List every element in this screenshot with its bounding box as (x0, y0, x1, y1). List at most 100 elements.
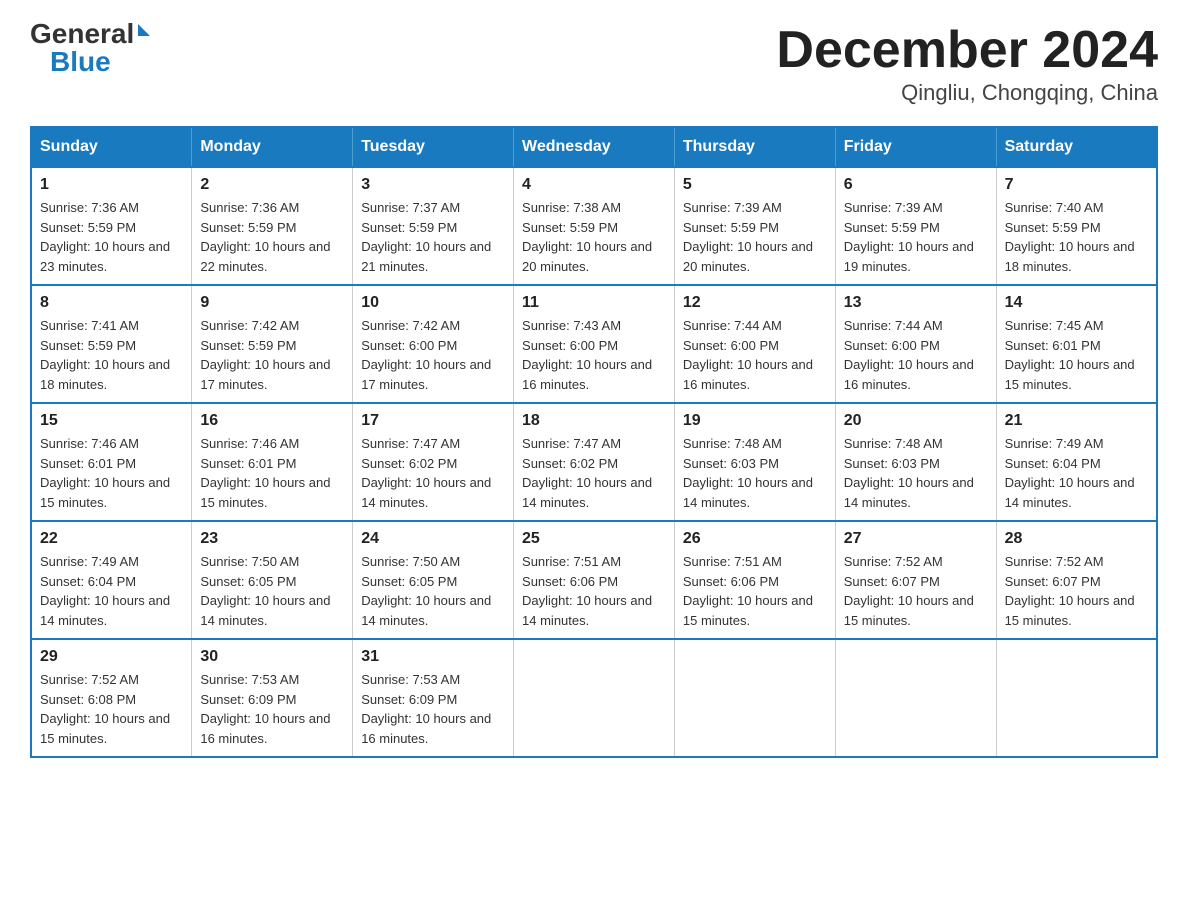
weekday-header-saturday: Saturday (996, 127, 1157, 167)
day-number: 12 (683, 294, 827, 312)
calendar-cell: 27 Sunrise: 7:52 AMSunset: 6:07 PMDaylig… (835, 521, 996, 639)
day-number: 22 (40, 530, 183, 548)
calendar-cell: 18 Sunrise: 7:47 AMSunset: 6:02 PMDaylig… (514, 403, 675, 521)
day-number: 3 (361, 176, 505, 194)
day-number: 23 (200, 530, 344, 548)
calendar-cell: 29 Sunrise: 7:52 AMSunset: 6:08 PMDaylig… (31, 639, 192, 757)
day-info: Sunrise: 7:48 AMSunset: 6:03 PMDaylight:… (683, 436, 813, 510)
day-info: Sunrise: 7:53 AMSunset: 6:09 PMDaylight:… (200, 672, 330, 746)
calendar-week-row: 15 Sunrise: 7:46 AMSunset: 6:01 PMDaylig… (31, 403, 1157, 521)
weekday-header-thursday: Thursday (674, 127, 835, 167)
calendar-cell: 2 Sunrise: 7:36 AMSunset: 5:59 PMDayligh… (192, 167, 353, 285)
day-number: 1 (40, 176, 183, 194)
calendar-cell: 17 Sunrise: 7:47 AMSunset: 6:02 PMDaylig… (353, 403, 514, 521)
day-number: 14 (1005, 294, 1148, 312)
day-info: Sunrise: 7:39 AMSunset: 5:59 PMDaylight:… (683, 200, 813, 274)
day-number: 7 (1005, 176, 1148, 194)
calendar-cell: 8 Sunrise: 7:41 AMSunset: 5:59 PMDayligh… (31, 285, 192, 403)
day-info: Sunrise: 7:45 AMSunset: 6:01 PMDaylight:… (1005, 318, 1135, 392)
calendar-cell: 28 Sunrise: 7:52 AMSunset: 6:07 PMDaylig… (996, 521, 1157, 639)
weekday-header-wednesday: Wednesday (514, 127, 675, 167)
calendar-cell: 9 Sunrise: 7:42 AMSunset: 5:59 PMDayligh… (192, 285, 353, 403)
day-number: 21 (1005, 412, 1148, 430)
calendar-table: SundayMondayTuesdayWednesdayThursdayFrid… (30, 126, 1158, 758)
day-number: 26 (683, 530, 827, 548)
day-number: 27 (844, 530, 988, 548)
calendar-cell: 24 Sunrise: 7:50 AMSunset: 6:05 PMDaylig… (353, 521, 514, 639)
day-info: Sunrise: 7:42 AMSunset: 6:00 PMDaylight:… (361, 318, 491, 392)
calendar-cell: 3 Sunrise: 7:37 AMSunset: 5:59 PMDayligh… (353, 167, 514, 285)
calendar-cell: 6 Sunrise: 7:39 AMSunset: 5:59 PMDayligh… (835, 167, 996, 285)
calendar-cell: 12 Sunrise: 7:44 AMSunset: 6:00 PMDaylig… (674, 285, 835, 403)
day-info: Sunrise: 7:51 AMSunset: 6:06 PMDaylight:… (522, 554, 652, 628)
day-number: 29 (40, 648, 183, 666)
day-info: Sunrise: 7:49 AMSunset: 6:04 PMDaylight:… (40, 554, 170, 628)
day-number: 11 (522, 294, 666, 312)
calendar-cell: 7 Sunrise: 7:40 AMSunset: 5:59 PMDayligh… (996, 167, 1157, 285)
day-number: 5 (683, 176, 827, 194)
day-info: Sunrise: 7:36 AMSunset: 5:59 PMDaylight:… (200, 200, 330, 274)
day-number: 19 (683, 412, 827, 430)
calendar-cell: 15 Sunrise: 7:46 AMSunset: 6:01 PMDaylig… (31, 403, 192, 521)
calendar-cell: 16 Sunrise: 7:46 AMSunset: 6:01 PMDaylig… (192, 403, 353, 521)
day-number: 9 (200, 294, 344, 312)
logo-general-text: General (30, 20, 134, 48)
day-info: Sunrise: 7:40 AMSunset: 5:59 PMDaylight:… (1005, 200, 1135, 274)
day-info: Sunrise: 7:47 AMSunset: 6:02 PMDaylight:… (522, 436, 652, 510)
day-number: 17 (361, 412, 505, 430)
day-number: 24 (361, 530, 505, 548)
calendar-cell: 26 Sunrise: 7:51 AMSunset: 6:06 PMDaylig… (674, 521, 835, 639)
calendar-week-row: 1 Sunrise: 7:36 AMSunset: 5:59 PMDayligh… (31, 167, 1157, 285)
day-number: 20 (844, 412, 988, 430)
weekday-header-monday: Monday (192, 127, 353, 167)
calendar-cell: 23 Sunrise: 7:50 AMSunset: 6:05 PMDaylig… (192, 521, 353, 639)
calendar-cell: 30 Sunrise: 7:53 AMSunset: 6:09 PMDaylig… (192, 639, 353, 757)
page-title: December 2024 (776, 20, 1158, 80)
weekday-header-friday: Friday (835, 127, 996, 167)
day-info: Sunrise: 7:38 AMSunset: 5:59 PMDaylight:… (522, 200, 652, 274)
calendar-cell: 11 Sunrise: 7:43 AMSunset: 6:00 PMDaylig… (514, 285, 675, 403)
day-number: 25 (522, 530, 666, 548)
logo: General Blue (30, 20, 150, 76)
day-info: Sunrise: 7:52 AMSunset: 6:08 PMDaylight:… (40, 672, 170, 746)
page-header: General Blue December 2024 Qingliu, Chon… (30, 20, 1158, 106)
calendar-cell: 21 Sunrise: 7:49 AMSunset: 6:04 PMDaylig… (996, 403, 1157, 521)
day-info: Sunrise: 7:50 AMSunset: 6:05 PMDaylight:… (200, 554, 330, 628)
day-number: 13 (844, 294, 988, 312)
title-block: December 2024 Qingliu, Chongqing, China (776, 20, 1158, 106)
day-number: 10 (361, 294, 505, 312)
day-info: Sunrise: 7:37 AMSunset: 5:59 PMDaylight:… (361, 200, 491, 274)
day-number: 2 (200, 176, 344, 194)
day-info: Sunrise: 7:53 AMSunset: 6:09 PMDaylight:… (361, 672, 491, 746)
calendar-cell: 10 Sunrise: 7:42 AMSunset: 6:00 PMDaylig… (353, 285, 514, 403)
day-info: Sunrise: 7:48 AMSunset: 6:03 PMDaylight:… (844, 436, 974, 510)
calendar-header-row: SundayMondayTuesdayWednesdayThursdayFrid… (31, 127, 1157, 167)
day-info: Sunrise: 7:52 AMSunset: 6:07 PMDaylight:… (1005, 554, 1135, 628)
calendar-cell (835, 639, 996, 757)
day-info: Sunrise: 7:49 AMSunset: 6:04 PMDaylight:… (1005, 436, 1135, 510)
calendar-cell: 4 Sunrise: 7:38 AMSunset: 5:59 PMDayligh… (514, 167, 675, 285)
day-info: Sunrise: 7:52 AMSunset: 6:07 PMDaylight:… (844, 554, 974, 628)
day-info: Sunrise: 7:42 AMSunset: 5:59 PMDaylight:… (200, 318, 330, 392)
weekday-header-tuesday: Tuesday (353, 127, 514, 167)
day-info: Sunrise: 7:50 AMSunset: 6:05 PMDaylight:… (361, 554, 491, 628)
page-subtitle: Qingliu, Chongqing, China (776, 80, 1158, 106)
logo-blue-text: Blue (50, 48, 111, 76)
calendar-week-row: 8 Sunrise: 7:41 AMSunset: 5:59 PMDayligh… (31, 285, 1157, 403)
calendar-cell (996, 639, 1157, 757)
day-info: Sunrise: 7:44 AMSunset: 6:00 PMDaylight:… (683, 318, 813, 392)
day-number: 31 (361, 648, 505, 666)
calendar-cell: 31 Sunrise: 7:53 AMSunset: 6:09 PMDaylig… (353, 639, 514, 757)
day-number: 16 (200, 412, 344, 430)
calendar-cell: 25 Sunrise: 7:51 AMSunset: 6:06 PMDaylig… (514, 521, 675, 639)
calendar-cell (674, 639, 835, 757)
day-number: 18 (522, 412, 666, 430)
logo-triangle-icon (138, 24, 150, 36)
day-number: 6 (844, 176, 988, 194)
day-info: Sunrise: 7:46 AMSunset: 6:01 PMDaylight:… (40, 436, 170, 510)
day-number: 4 (522, 176, 666, 194)
day-info: Sunrise: 7:43 AMSunset: 6:00 PMDaylight:… (522, 318, 652, 392)
day-info: Sunrise: 7:47 AMSunset: 6:02 PMDaylight:… (361, 436, 491, 510)
day-info: Sunrise: 7:44 AMSunset: 6:00 PMDaylight:… (844, 318, 974, 392)
day-number: 8 (40, 294, 183, 312)
